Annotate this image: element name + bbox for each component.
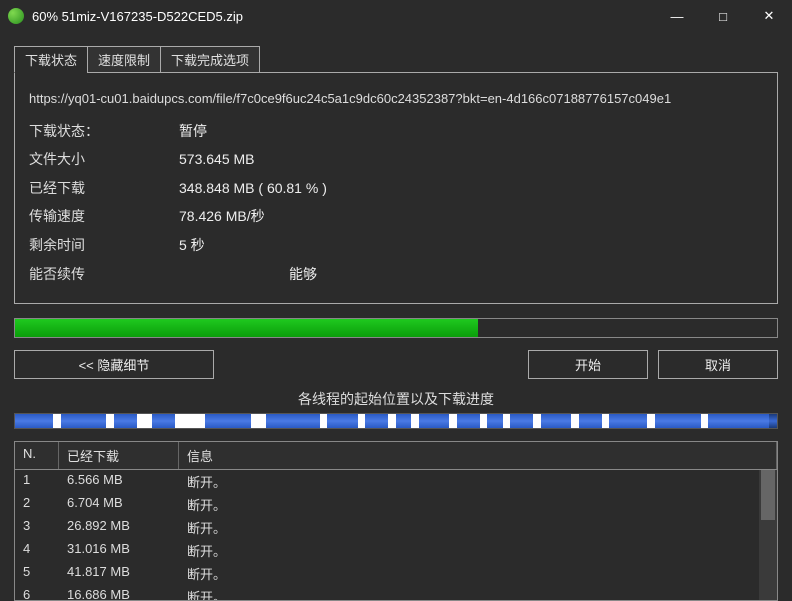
threads-table: N. 已经下载 信息 16.566 MB断开。26.704 MB断开。326.8… — [14, 441, 778, 601]
eta-label: 剩余时间 — [29, 232, 179, 259]
cell-downloaded: 6.566 MB — [59, 470, 179, 493]
downloaded-label: 已经下载 — [29, 175, 179, 202]
downloaded-value: 348.848 MB ( 60.81 % ) — [179, 175, 763, 202]
hide-details-button[interactable]: << 隐藏细节 — [14, 350, 214, 379]
button-row: << 隐藏细节 开始 取消 — [14, 350, 778, 379]
close-button[interactable]: ✕ — [746, 0, 792, 32]
table-row[interactable]: 16.566 MB断开。 — [15, 470, 777, 493]
info-panel: https://yq01-cu01.baidupcs.com/file/f7c0… — [14, 72, 778, 304]
table-row[interactable]: 431.016 MB断开。 — [15, 539, 777, 562]
col-header-n[interactable]: N. — [15, 442, 59, 469]
cell-n: 2 — [15, 493, 59, 516]
table-header: N. 已经下载 信息 — [15, 442, 777, 470]
tab-download-status[interactable]: 下载状态 — [14, 46, 88, 73]
cell-n: 1 — [15, 470, 59, 493]
maximize-button[interactable]: □ — [700, 0, 746, 32]
thread-progress-bar — [14, 413, 778, 429]
start-button[interactable]: 开始 — [528, 350, 648, 379]
cell-n: 5 — [15, 562, 59, 585]
status-value: 暂停 — [179, 118, 763, 145]
cell-downloaded: 31.016 MB — [59, 539, 179, 562]
window-title: 60% 51miz-V167235-D522CED5.zip — [32, 9, 654, 24]
filesize-value: 573.645 MB — [179, 146, 763, 173]
eta-value: 5 秒 — [179, 232, 763, 259]
progress-bar — [14, 318, 778, 338]
tab-row: 下载状态 速度限制 下载完成选项 — [14, 46, 778, 73]
cell-downloaded: 26.892 MB — [59, 516, 179, 539]
cell-info: 断开。 — [179, 585, 777, 600]
cell-info: 断开。 — [179, 562, 777, 585]
progress-fill — [15, 319, 478, 337]
speed-value: 78.426 MB/秒 — [179, 203, 763, 230]
resume-label: 能否续传 — [29, 261, 179, 288]
cell-downloaded: 6.704 MB — [59, 493, 179, 516]
table-row[interactable]: 616.686 MB断开。 — [15, 585, 777, 600]
col-header-downloaded[interactable]: 已经下载 — [59, 442, 179, 469]
col-header-info[interactable]: 信息 — [179, 442, 777, 469]
cell-n: 3 — [15, 516, 59, 539]
resume-value: 能够 — [179, 261, 763, 288]
cell-info: 断开。 — [179, 516, 777, 539]
scrollbar-track[interactable] — [759, 470, 777, 600]
scrollbar-thumb[interactable] — [761, 470, 775, 520]
titlebar[interactable]: 60% 51miz-V167235-D522CED5.zip — □ ✕ — [0, 0, 792, 32]
table-row[interactable]: 326.892 MB断开。 — [15, 516, 777, 539]
minimize-button[interactable]: — — [654, 0, 700, 32]
status-label: 下载状态： — [29, 118, 179, 145]
cell-info: 断开。 — [179, 539, 777, 562]
threads-caption: 各线程的起始位置以及下载进度 — [14, 389, 778, 409]
table-row[interactable]: 26.704 MB断开。 — [15, 493, 777, 516]
table-body[interactable]: 16.566 MB断开。26.704 MB断开。326.892 MB断开。431… — [15, 470, 777, 600]
speed-label: 传输速度 — [29, 203, 179, 230]
table-row[interactable]: 541.817 MB断开。 — [15, 562, 777, 585]
cell-downloaded: 16.686 MB — [59, 585, 179, 600]
app-icon — [8, 8, 24, 24]
download-url: https://yq01-cu01.baidupcs.com/file/f7c0… — [29, 87, 763, 112]
main-content: 下载状态 速度限制 下载完成选项 https://yq01-cu01.baidu… — [0, 32, 792, 601]
cancel-button[interactable]: 取消 — [658, 350, 778, 379]
tab-on-complete-options[interactable]: 下载完成选项 — [160, 46, 260, 73]
cell-n: 4 — [15, 539, 59, 562]
cell-downloaded: 41.817 MB — [59, 562, 179, 585]
cell-info: 断开。 — [179, 470, 777, 493]
window-controls: — □ ✕ — [654, 0, 792, 32]
info-rows: 下载状态： 暂停 文件大小 573.645 MB 已经下载 348.848 MB… — [29, 118, 763, 288]
tab-speed-limit[interactable]: 速度限制 — [87, 46, 161, 73]
cell-n: 6 — [15, 585, 59, 600]
filesize-label: 文件大小 — [29, 146, 179, 173]
cell-info: 断开。 — [179, 493, 777, 516]
